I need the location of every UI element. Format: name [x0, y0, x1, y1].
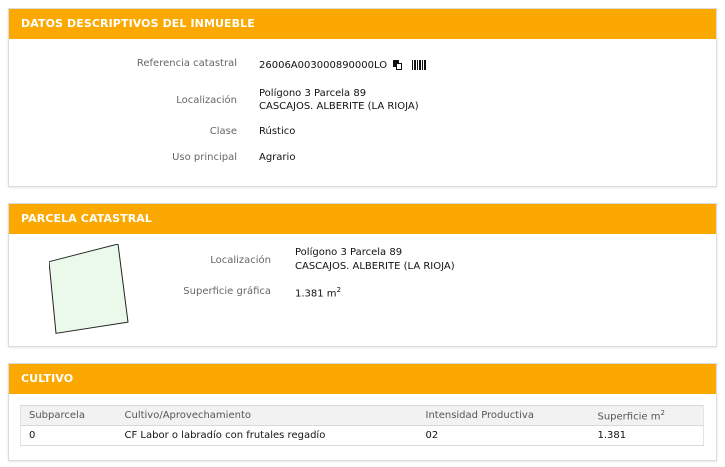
localizacion-line1: Polígono 3 Parcela 89: [259, 88, 367, 99]
cultivo-panel: CULTIVO Subparcela Cultivo/Aprovechamien…: [8, 363, 717, 461]
parcela-catastral-header: PARCELA CATASTRAL: [9, 204, 716, 234]
col-superficie-exponent: 2: [660, 408, 665, 417]
cell-subparcela: 0: [20, 425, 117, 446]
referencia-catastral-row: 26006A003000890000LO: [259, 60, 427, 71]
parcela-localizacion-line2: CASCAJOS. ALBERITE (LA RIOJA): [295, 261, 455, 272]
parcela-localizacion-line1: Polígono 3 Parcela 89: [295, 247, 403, 258]
referencia-catastral-value: 26006A003000890000LO: [259, 60, 388, 71]
cultivo-header: CULTIVO: [9, 364, 716, 394]
cell-superficie: 1.381: [589, 425, 704, 446]
col-superficie: Superficie m2: [589, 405, 704, 426]
clase-label: Clase: [209, 126, 237, 137]
superficie-grafica-label: Superficie gráfica: [183, 286, 271, 297]
col-subparcela: Subparcela: [20, 405, 117, 426]
localizacion-line2: CASCAJOS. ALBERITE (LA RIOJA): [259, 101, 419, 112]
superficie-grafica-number: 1.381 m: [295, 288, 337, 300]
datos-descriptivos-panel: DATOS DESCRIPTIVOS DEL INMUEBLE Referenc…: [8, 8, 717, 187]
parcela-localizacion-label: Localización: [210, 255, 271, 266]
table-row: 0 CF Labor o labradío con frutales regad…: [20, 425, 704, 446]
superficie-unit-exponent: 2: [336, 286, 342, 294]
datos-descriptivos-header: DATOS DESCRIPTIVOS DEL INMUEBLE: [9, 9, 716, 39]
barcode-icon[interactable]: [412, 60, 427, 70]
uso-principal-label: Uso principal: [172, 152, 237, 163]
cultivo-table: Subparcela Cultivo/Aprovechamiento Inten…: [20, 405, 704, 446]
col-intensidad: Intensidad Productiva: [417, 405, 590, 426]
copy-icon[interactable]: [393, 60, 403, 70]
localizacion-label: Localización: [176, 95, 237, 106]
uso-principal-value: Agrario: [259, 152, 296, 163]
cell-intensidad: 02: [417, 425, 590, 446]
col-superficie-label: Superficie m: [597, 411, 661, 423]
parcela-catastral-panel: PARCELA CATASTRAL Localización Polígono …: [8, 203, 717, 347]
superficie-grafica-value: 1.381 m2: [295, 286, 341, 299]
referencia-catastral-label: Referencia catastral: [136, 58, 237, 69]
cell-cultivo: CF Labor o labradío con frutales regadío: [116, 425, 418, 446]
table-header-row: Subparcela Cultivo/Aprovechamiento Inten…: [20, 405, 704, 426]
col-cultivo: Cultivo/Aprovechamiento: [116, 405, 418, 426]
clase-value: Rústico: [259, 126, 296, 137]
